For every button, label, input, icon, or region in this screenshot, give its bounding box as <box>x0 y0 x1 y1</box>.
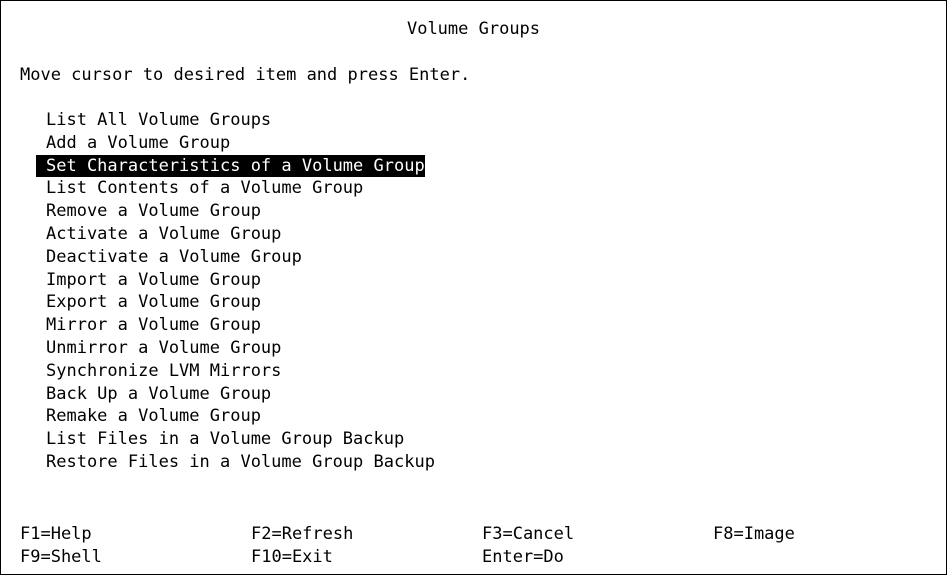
menu-item-label: Synchronize LVM Mirrors <box>46 360 282 381</box>
menu-item-synchronize-lvm-mirrors[interactable]: Synchronize LVM Mirrors <box>36 360 435 383</box>
function-key-row: F9=Shell F10=Exit Enter=Do <box>20 546 920 569</box>
menu-item-label: List Files in a Volume Group Backup <box>46 429 405 450</box>
function-key-row: F1=Help F2=Refresh F3=Cancel F8=Image <box>20 523 920 546</box>
menu-item-label: List Contents of a Volume Group <box>46 178 364 199</box>
menu-item-remove-volume-group[interactable]: Remove a Volume Group <box>36 200 435 223</box>
f2-refresh-key[interactable]: F2=Refresh <box>251 523 353 546</box>
menu-item-list-all-volume-groups[interactable]: List All Volume Groups <box>36 109 435 132</box>
menu-item-label: Export a Volume Group <box>46 292 261 313</box>
menu-item-activate-volume-group[interactable]: Activate a Volume Group <box>36 223 435 246</box>
menu-item-label: Remove a Volume Group <box>46 201 261 222</box>
menu-item-label: Restore Files in a Volume Group Backup <box>46 451 435 472</box>
menu-item-unmirror-volume-group[interactable]: Unmirror a Volume Group <box>36 337 435 360</box>
menu-item-list-contents[interactable]: List Contents of a Volume Group <box>36 177 435 200</box>
menu-item-set-characteristics[interactable]: Set Characteristics of a Volume Group <box>36 154 435 178</box>
f10-exit-key[interactable]: F10=Exit <box>251 546 333 569</box>
f8-image-key[interactable]: F8=Image <box>713 523 795 546</box>
smit-screen: Volume Groups Move cursor to desired ite… <box>0 0 947 575</box>
menu-item-add-volume-group[interactable]: Add a Volume Group <box>36 132 435 155</box>
menu-item-restore-files-in-backup[interactable]: Restore Files in a Volume Group Backup <box>36 451 435 474</box>
f3-cancel-key[interactable]: F3=Cancel <box>482 523 574 546</box>
menu-item-list-files-in-backup[interactable]: List Files in a Volume Group Backup <box>36 428 435 451</box>
menu-item-deactivate-volume-group[interactable]: Deactivate a Volume Group <box>36 246 435 269</box>
menu-item-remake-volume-group[interactable]: Remake a Volume Group <box>36 405 435 428</box>
menu-item-label: Mirror a Volume Group <box>46 315 261 336</box>
instruction-text: Move cursor to desired item and press En… <box>20 65 471 85</box>
menu-item-label: Unmirror a Volume Group <box>46 337 282 358</box>
menu-item-label: Import a Volume Group <box>46 269 261 290</box>
menu-item-label: Activate a Volume Group <box>46 223 282 244</box>
menu-item-label: List All Volume Groups <box>46 110 272 130</box>
function-key-bar: F1=Help F2=Refresh F3=Cancel F8=Image F9… <box>20 523 920 569</box>
menu-item-label: Remake a Volume Group <box>46 406 261 427</box>
menu-item-label: Set Characteristics of a Volume Group <box>36 154 425 177</box>
menu-item-export-volume-group[interactable]: Export a Volume Group <box>36 291 435 314</box>
menu-list: List All Volume Groups Add a Volume Grou… <box>36 109 435 474</box>
f9-shell-key[interactable]: F9=Shell <box>20 546 102 569</box>
menu-item-import-volume-group[interactable]: Import a Volume Group <box>36 269 435 292</box>
screen-title: Volume Groups <box>406 19 541 39</box>
menu-item-label: Back Up a Volume Group <box>46 383 272 404</box>
enter-do-key[interactable]: Enter=Do <box>482 546 564 569</box>
menu-item-back-up-volume-group[interactable]: Back Up a Volume Group <box>36 383 435 406</box>
menu-item-label: Add a Volume Group <box>46 132 231 153</box>
menu-item-mirror-volume-group[interactable]: Mirror a Volume Group <box>36 314 435 337</box>
f1-help-key[interactable]: F1=Help <box>20 523 92 546</box>
menu-item-label: Deactivate a Volume Group <box>46 246 302 267</box>
